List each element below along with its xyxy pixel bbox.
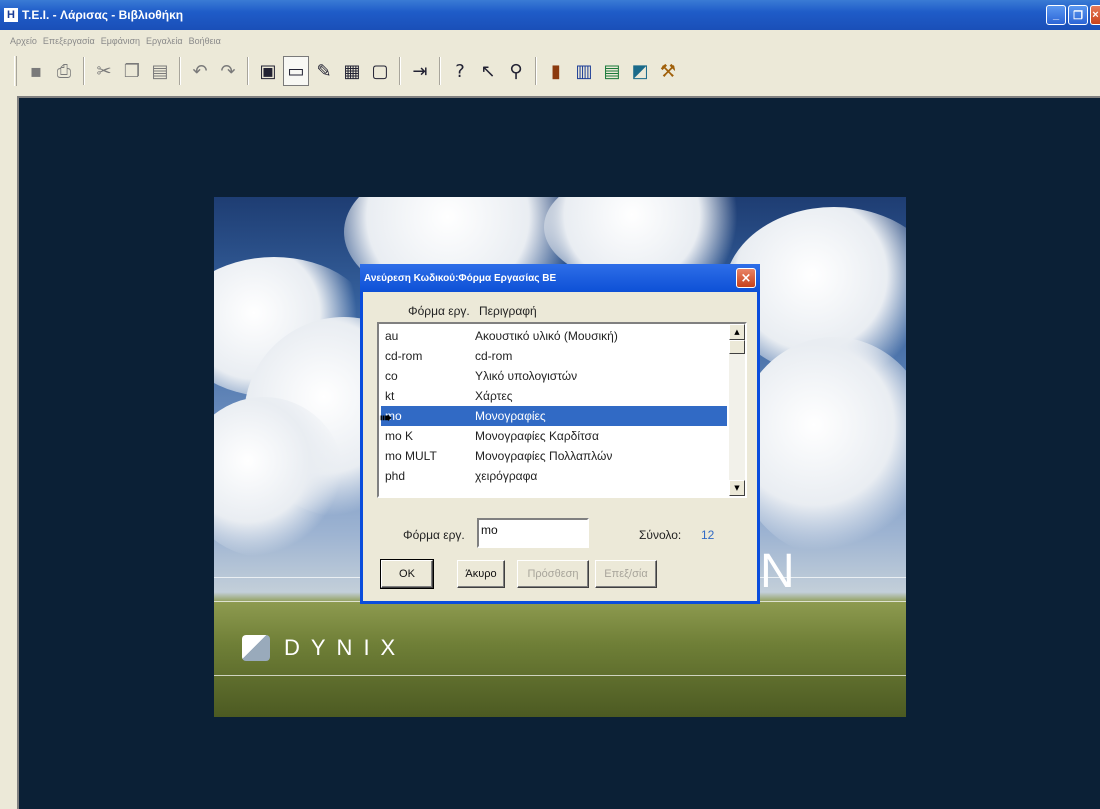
code-input[interactable]: mo	[477, 518, 589, 548]
tools-icon[interactable]: ✎	[311, 56, 337, 86]
cascade-icon[interactable]: ▣	[255, 56, 281, 86]
dynix-logo: DYNIX	[242, 635, 406, 661]
toolbar-grip[interactable]	[14, 56, 17, 86]
app-icon: Η	[4, 8, 18, 22]
edit-button[interactable]: Επεξ/σία	[595, 560, 657, 588]
list-scrollbar[interactable]: ▲ ▼	[729, 324, 745, 496]
gavel-icon[interactable]: ⚒	[655, 56, 681, 86]
import-icon[interactable]: ⇥	[407, 56, 433, 86]
list-item[interactable]: phd χειρόγραφα	[381, 466, 727, 486]
list-item[interactable]: cd-rom cd-rom	[381, 346, 727, 366]
toolbar-separator	[247, 57, 249, 85]
help-icon[interactable]: ?	[447, 56, 473, 86]
column-header-description[interactable]: Περιγραφή	[479, 304, 537, 318]
menu-help[interactable]: Βοήθεια	[189, 36, 221, 46]
door-icon[interactable]: ▮	[543, 56, 569, 86]
column-header-code[interactable]: Φόρμα εργ.	[408, 304, 470, 318]
dialog-close-button[interactable]: ×	[736, 268, 756, 288]
scroll-up-icon[interactable]: ▲	[729, 324, 745, 340]
menu-file[interactable]: Αρχείο	[10, 36, 37, 46]
dynix-mark	[242, 635, 270, 661]
toolbar-separator	[83, 57, 85, 85]
redo-icon[interactable]: ↷	[215, 56, 241, 86]
close-button[interactable]: ×	[1090, 5, 1100, 25]
list-item[interactable]: au Ακουστικό υλικό (Μουσική)	[381, 326, 727, 346]
minimize-button[interactable]: _	[1046, 5, 1066, 25]
window-controls: _ ❐ ×	[1046, 5, 1100, 25]
restore-button[interactable]: ❐	[1068, 5, 1088, 25]
grid-icon[interactable]: ▦	[339, 56, 365, 86]
scroll-thumb[interactable]	[729, 340, 745, 354]
code-list[interactable]: au Ακουστικό υλικό (Μουσική) cd-rom cd-r…	[377, 322, 747, 498]
dialog-title: Ανεύρεση Κωδικού:Φόρμα Εργασίας ΒΕ	[364, 272, 557, 284]
save-icon[interactable]: ▪	[23, 56, 49, 86]
return-books-icon[interactable]: ▤	[599, 56, 625, 86]
list-item-selected[interactable]: mo Μονογραφίες	[381, 406, 727, 426]
selection-arrow-icon: ➠	[379, 408, 393, 427]
cut-icon[interactable]: ✂	[91, 56, 117, 86]
menu-edit[interactable]: Επεξεργασία	[43, 36, 95, 46]
menu-bar: Αρχείο Επεξεργασία Εμφάνιση Εργαλεία Βοή…	[0, 34, 1100, 48]
cancel-button[interactable]: Άκυρο	[457, 560, 505, 588]
toolbar-separator	[179, 57, 181, 85]
ok-button[interactable]: OK	[380, 559, 434, 589]
print-icon[interactable]: ⎙	[51, 56, 77, 86]
list-item[interactable]: co Υλικό υπολογιστών	[381, 366, 727, 386]
scroll-down-icon[interactable]: ▼	[729, 480, 745, 496]
title-bar: Η T.E.I. - Λάρισας - Βιβλιοθήκη _ ❐ ×	[0, 0, 1100, 30]
window-title: T.E.I. - Λάρισας - Βιβλιοθήκη	[22, 8, 184, 22]
dialog-title-bar: Ανεύρεση Κωδικού:Φόρμα Εργασίας ΒΕ	[360, 264, 760, 292]
add-button[interactable]: Πρόσθεση	[517, 560, 589, 588]
book-search-icon[interactable]: ▥	[571, 56, 597, 86]
toolbar: ▪ ⎙ ✂ ❐ ▤ ↶ ↷ ▣ ▭ ✎ ▦ ▢ ⇥ ? ↖ ⚲ ▮ ▥ ▤ ◩ …	[8, 52, 808, 90]
form-icon[interactable]: ▢	[367, 56, 393, 86]
toolbar-separator	[535, 57, 537, 85]
context-help-icon[interactable]: ↖	[475, 56, 501, 86]
paste-icon[interactable]: ▤	[147, 56, 173, 86]
field-label: Φόρμα εργ.	[403, 528, 465, 542]
lookup-dialog: Ανεύρεση Κωδικού:Φόρμα Εργασίας ΒΕ × Φόρ…	[360, 264, 760, 604]
note-icon[interactable]: ◩	[627, 56, 653, 86]
toolbar-separator	[399, 57, 401, 85]
toolbar-separator	[439, 57, 441, 85]
search-icon[interactable]: ⚲	[503, 56, 529, 86]
window-icon[interactable]: ▭	[283, 56, 309, 86]
menu-tools[interactable]: Εργαλεία	[146, 36, 183, 46]
splash-letter: N	[760, 545, 795, 598]
list-item[interactable]: kt Χάρτες	[381, 386, 727, 406]
menu-view[interactable]: Εμφάνιση	[101, 36, 140, 46]
total-value: 12	[701, 528, 715, 542]
copy-icon[interactable]: ❐	[119, 56, 145, 86]
total-label: Σύνολο:	[639, 528, 682, 542]
list-item[interactable]: mo K Μονογραφίες Καρδίτσα	[381, 426, 727, 446]
undo-icon[interactable]: ↶	[187, 56, 213, 86]
list-item[interactable]: mo MULT Μονογραφίες Πολλαπλών	[381, 446, 727, 466]
